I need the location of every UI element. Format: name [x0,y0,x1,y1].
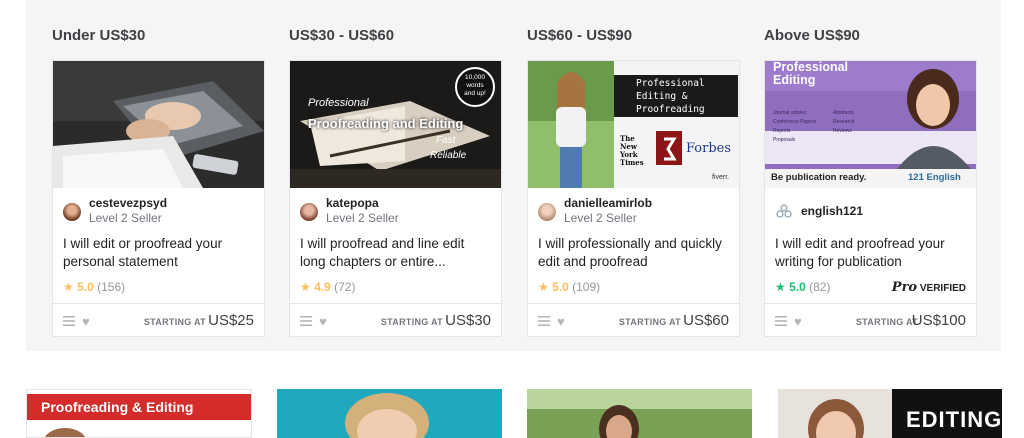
thumbnail-text: Proofreading & Editing [41,399,194,415]
thumbnail-text: Forbes [686,141,732,156]
gig-title[interactable]: I will edit and proofread your writing f… [775,235,967,271]
price: US$25 [208,312,254,329]
thumbnail-text: Fast [436,135,456,146]
starting-at-label: STARTING AT [143,317,206,327]
gig-title[interactable]: I will professionally and quickly edit a… [538,235,730,271]
list-item: Proposals [773,137,796,143]
menu-icon[interactable] [300,315,312,327]
thumbnail-text: Professional [636,78,705,89]
thumbnail-text: Professional Editing & Proofreading [636,77,705,116]
gig-thumbnail[interactable] [527,389,752,438]
gig-card[interactable]: cestevezpsyd Level 2 Seller I will edit … [52,60,265,337]
badge-text: 10,000 [465,74,485,81]
thumbnail-text: Editing & [636,91,688,102]
rating: ★ 5.0 (156) [63,280,125,294]
thumbnail-badge: 10,000 words and up! [457,74,493,98]
star-icon: ★ [63,280,74,294]
rating-score: 5.0 [552,280,569,294]
thumbnail-text: Reliable [430,150,467,161]
heart-icon[interactable]: ♥ [557,314,565,329]
star-icon: ★ [300,280,311,294]
badge-text: and up! [464,90,486,97]
seller-level: Level 2 Seller [89,211,162,225]
star-icon: ★ [538,280,549,294]
seller-level: Level 2 Seller [326,211,399,225]
pro-logo: Pro [891,280,918,295]
rating-count: (82) [809,280,831,294]
list-item: Journal articles [773,110,807,116]
gig-thumbnail[interactable]: Professional Editing Journal articles Ab… [765,61,976,188]
list-item: Reviews [833,128,852,134]
price: US$60 [683,312,729,329]
thumbnail-list: Journal articles Abstracts Conference Pa… [773,109,893,145]
list-item: Reports [773,128,791,134]
gig-thumbnail[interactable] [53,61,264,188]
thumbnail-text: Professional [308,97,369,109]
gig-title[interactable]: I will proofread and line edit long chap… [300,235,492,271]
thumbnail-text: Proofreading [636,104,705,115]
avatar[interactable] [300,203,318,221]
starting-at-label: STARTING AT [618,317,681,327]
thumbnail-text: The New York Times [620,134,644,167]
menu-icon[interactable] [63,315,75,327]
rating: ★ 5.0 (82) [775,280,830,294]
rating-count: (109) [572,280,601,294]
seller-name[interactable]: katepopa [326,196,379,210]
price: US$30 [445,312,491,329]
avatar[interactable] [538,203,556,221]
list-item: Research [833,119,855,125]
menu-icon[interactable] [775,315,787,327]
rating-score: 4.9 [314,280,331,294]
column-title: US$60 - US$90 [527,27,633,44]
card-footer: ♥ STARTING AT US$60 [528,303,739,337]
starting-at-label: STARTING AT [380,317,443,327]
gig-thumbnail[interactable] [277,389,502,438]
heart-icon[interactable]: ♥ [82,314,90,329]
heart-icon[interactable]: ♥ [319,314,327,329]
column-title: US$30 - US$60 [289,27,395,44]
avatar[interactable] [63,203,81,221]
rating-count: (156) [97,280,126,294]
price: US$100 [911,312,966,329]
seller-level: Level 2 Seller [564,211,637,225]
heart-icon[interactable]: ♥ [794,314,802,329]
pro-verified-badge: Pro VERIFIED [892,280,966,295]
gig-thumbnail[interactable]: EDITING [778,389,1002,438]
gig-thumbnail[interactable]: Proofreading & Editing [26,389,252,438]
menu-icon[interactable] [538,315,550,327]
seller-name[interactable]: cestevezpsyd [89,196,167,210]
column-title: Above US$90 [764,27,860,44]
thumbnail-brand: 121 English [908,172,961,183]
card-footer: ♥ STARTING AT US$25 [53,303,264,337]
thumbnail-text: fiverr. [712,174,730,181]
seller-name[interactable]: english121 [801,204,863,218]
rating: ★ 5.0 (109) [538,280,600,294]
rating-score: 5.0 [77,280,94,294]
rating-score: 5.0 [789,280,806,294]
card-footer: ♥ STARTING AT US$100 [765,303,976,337]
gig-card[interactable]: Professional Editing Journal articles Ab… [764,60,977,337]
star-icon: ★ [775,280,786,294]
rating-count: (72) [334,280,356,294]
column-title: Under US$30 [52,27,146,44]
rating: ★ 4.9 (72) [300,280,355,294]
thumbnail-heading: Professional Editing [773,61,849,87]
badge-text: words [466,82,484,89]
gig-thumbnail[interactable]: 10,000 words and up! Professional Proofr… [290,61,501,188]
starting-at-label: STARTING AT [855,317,918,327]
thumbnail-text: Be publication ready. [771,172,867,183]
card-footer: ♥ STARTING AT US$30 [290,303,501,337]
list-item: Conference Papers [773,119,817,125]
list-item: Abstracts [833,110,854,116]
seller-name[interactable]: danielleamirlob [564,196,652,210]
gig-card[interactable]: Professional Editing & Proofreading The … [527,60,740,337]
gig-card[interactable]: 10,000 words and up! Professional Proofr… [289,60,502,337]
gig-thumbnail[interactable]: Professional Editing & Proofreading The … [528,61,739,188]
gig-title[interactable]: I will edit or proofread your personal s… [63,235,255,271]
avatar[interactable] [775,203,793,221]
thumbnail-text: Proofreading and Editing [308,116,464,131]
thumbnail-text: EDITING [906,407,1002,432]
pro-verified-label: VERIFIED [919,283,966,294]
